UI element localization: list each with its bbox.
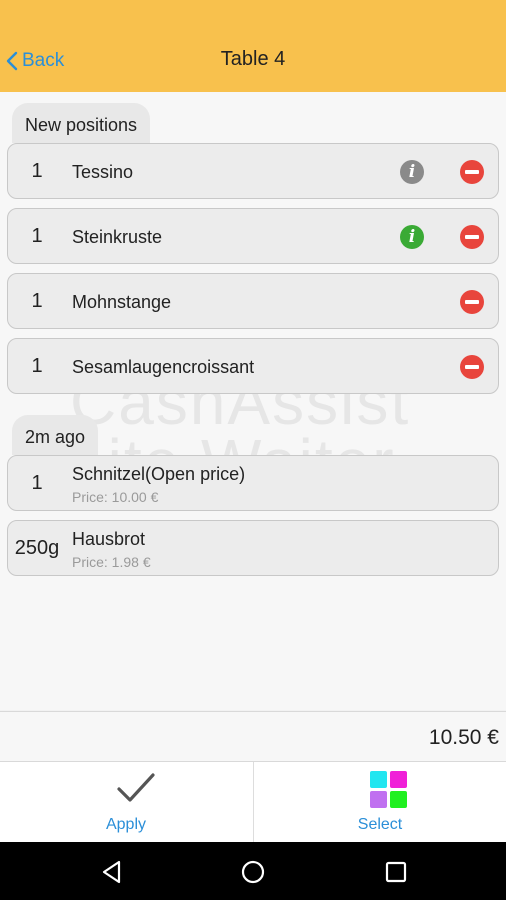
item-name: Sesamlaugencroissant [72, 357, 255, 377]
item-name: Schnitzel(Open price) [72, 464, 246, 484]
home-circle-icon[interactable] [240, 859, 266, 885]
item-name: Tessino [72, 162, 134, 182]
item-quantity: 1 [31, 224, 43, 247]
item-quantity: 1 [31, 354, 43, 377]
total-bar: 10.50 € [0, 711, 506, 762]
item-name: Hausbrot [72, 529, 146, 549]
order-item-row[interactable]: 1 Schnitzel(Open price) Price: 10.00 € [7, 455, 499, 511]
checkmark-icon [117, 773, 155, 802]
item-quantity: 1 [31, 471, 43, 494]
top-app-bar: Back Table 4 [0, 0, 506, 92]
recents-square-icon[interactable] [383, 859, 409, 885]
remove-icon[interactable] [460, 290, 484, 314]
order-item-row[interactable]: 1 Sesamlaugencroissant [7, 338, 499, 394]
remove-icon[interactable] [460, 225, 484, 249]
info-icon[interactable]: i [400, 160, 424, 184]
item-name: Mohnstange [72, 292, 172, 312]
section-header-previous: 2m ago [12, 415, 99, 455]
item-price: Price: 10.00 € [72, 489, 159, 505]
item-price: Price: 1.98 € [72, 554, 151, 570]
remove-icon[interactable] [460, 355, 484, 379]
order-list[interactable]: CashAssist Lite Waiter New positions 1 T… [0, 92, 506, 710]
select-label: Select [357, 816, 403, 833]
apply-label: Apply [105, 816, 147, 833]
system-navigation-bar [0, 842, 506, 900]
item-quantity: 1 [31, 159, 43, 182]
info-icon[interactable]: i [400, 225, 424, 249]
item-quantity: 250g [14, 536, 60, 559]
page-title: Table 4 [220, 48, 286, 70]
item-name: Steinkruste [72, 227, 163, 247]
order-item-row[interactable]: 1 Mohnstange [7, 273, 499, 329]
order-total: 10.50 € [428, 726, 499, 749]
remove-icon[interactable] [460, 160, 484, 184]
order-item-row[interactable]: 1 Steinkruste i [7, 208, 499, 264]
select-button[interactable]: Select [254, 762, 506, 842]
order-item-row[interactable]: 1 Tessino i [7, 143, 499, 199]
color-grid-icon [370, 771, 407, 808]
item-quantity: 1 [31, 289, 43, 312]
back-triangle-icon[interactable] [99, 859, 125, 885]
section-header-new: New positions [12, 103, 151, 143]
action-bar: Apply Select [0, 762, 506, 842]
apply-button[interactable]: Apply [0, 762, 252, 842]
order-item-row[interactable]: 250g Hausbrot Price: 1.98 € [7, 520, 499, 576]
